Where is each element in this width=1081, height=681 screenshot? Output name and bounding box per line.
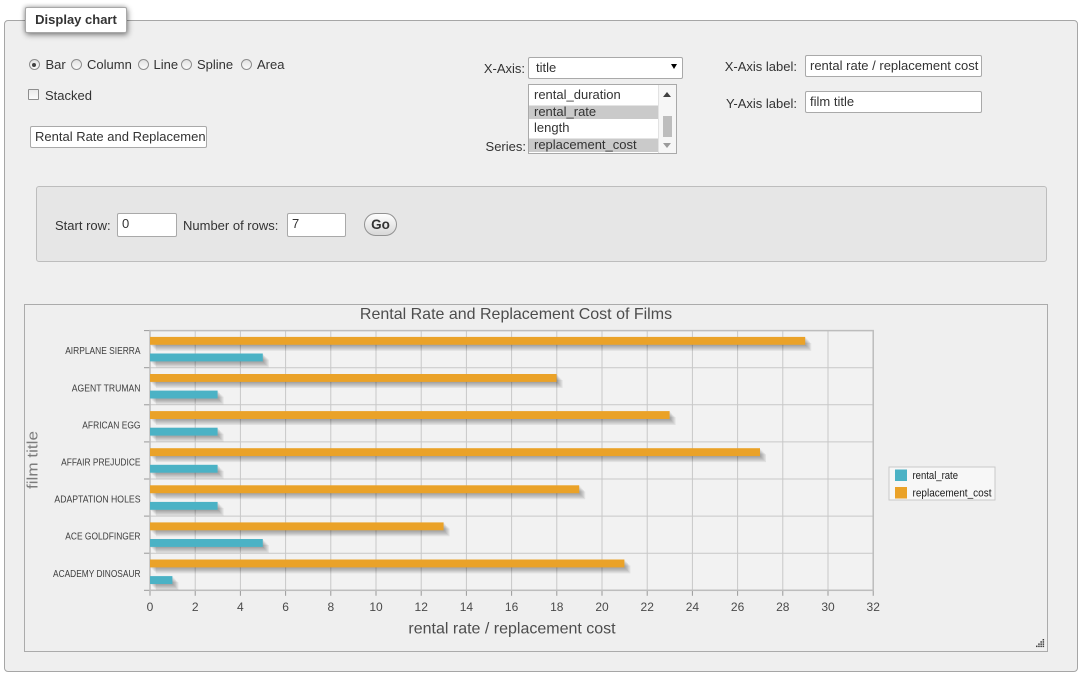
svg-text:AFRICAN EGG: AFRICAN EGG — [82, 419, 140, 431]
svg-text:rental_rate: rental_rate — [913, 470, 959, 482]
svg-text:32: 32 — [867, 600, 881, 614]
svg-text:rental rate / replacement cost: rental rate / replacement cost — [408, 621, 616, 638]
svg-text:4: 4 — [237, 600, 244, 614]
svg-text:12: 12 — [415, 600, 429, 614]
svg-text:replacement_cost: replacement_cost — [913, 488, 992, 500]
svg-text:2: 2 — [192, 600, 199, 614]
svg-text:14: 14 — [460, 600, 474, 614]
svg-text:AFFAIR PREJUDICE: AFFAIR PREJUDICE — [61, 457, 140, 469]
svg-text:ACADEMY DINOSAUR: ACADEMY DINOSAUR — [53, 568, 141, 580]
svg-text:28: 28 — [776, 600, 790, 614]
svg-text:16: 16 — [505, 600, 519, 614]
svg-text:Rental Rate and Replacement Co: Rental Rate and Replacement Cost of Film… — [360, 306, 672, 323]
svg-text:24: 24 — [686, 600, 700, 614]
svg-text:10: 10 — [369, 600, 383, 614]
svg-text:20: 20 — [595, 600, 609, 614]
svg-text:8: 8 — [327, 600, 334, 614]
svg-text:18: 18 — [550, 600, 564, 614]
svg-text:ADAPTATION HOLES: ADAPTATION HOLES — [54, 494, 140, 506]
svg-text:film title: film title — [25, 431, 42, 489]
svg-text:0: 0 — [147, 600, 154, 614]
svg-text:26: 26 — [731, 600, 745, 614]
svg-text:ACE GOLDFINGER: ACE GOLDFINGER — [65, 531, 141, 543]
svg-text:22: 22 — [641, 600, 655, 614]
svg-text:AGENT TRUMAN: AGENT TRUMAN — [72, 382, 141, 394]
svg-text:30: 30 — [821, 600, 835, 614]
svg-text:6: 6 — [282, 600, 289, 614]
svg-text:AIRPLANE SIERRA: AIRPLANE SIERRA — [65, 345, 140, 357]
